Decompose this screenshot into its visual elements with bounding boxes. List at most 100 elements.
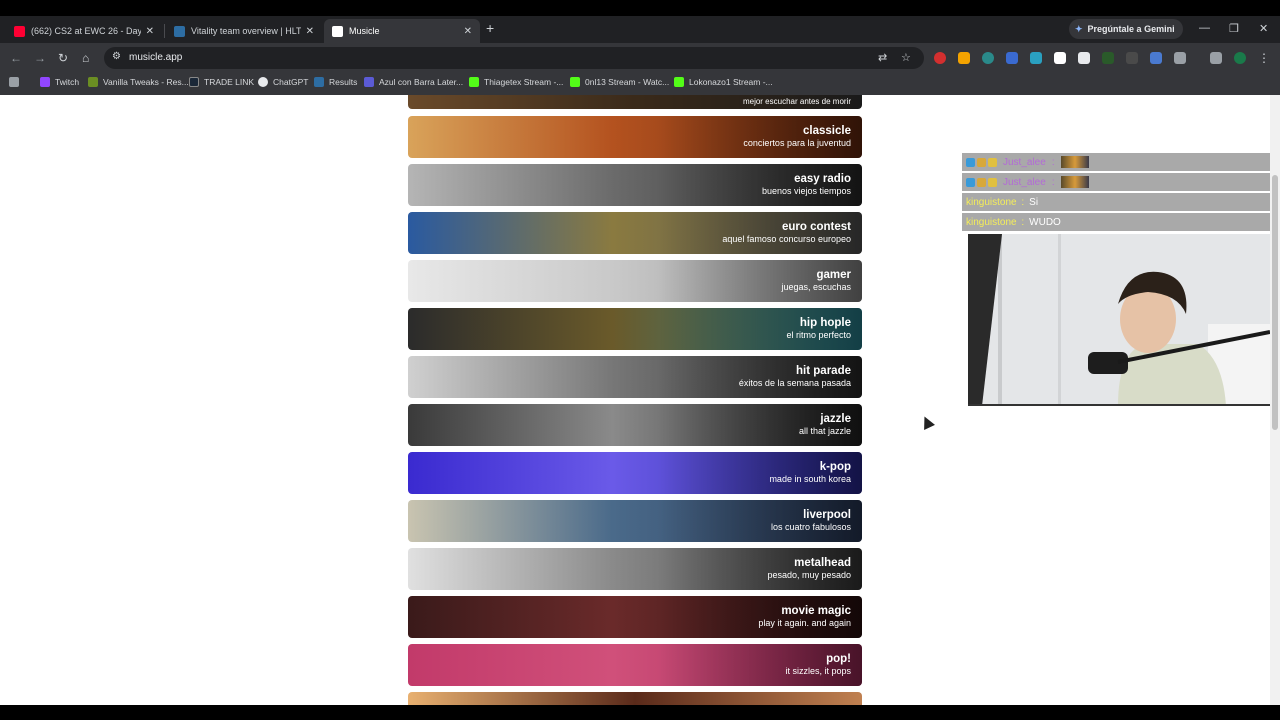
extension-icon[interactable]: [982, 52, 994, 64]
back-icon[interactable]: ←: [10, 51, 22, 65]
genre-card-gamer[interactable]: gamer juegas, escuchas: [408, 260, 862, 302]
reload-icon[interactable]: ↻: [58, 51, 68, 65]
chatgpt-icon: [258, 77, 268, 87]
bookmark-item[interactable]: Results: [314, 77, 357, 87]
page-scrollbar[interactable]: [1270, 95, 1280, 705]
chat-message: kinguistone : WUDO: [962, 213, 1270, 231]
close-tab-icon[interactable]: ✕: [146, 26, 154, 37]
close-tab-icon[interactable]: ✕: [464, 26, 472, 37]
genre-title: hit parade: [796, 365, 851, 377]
chat-text: WUDO: [1029, 216, 1061, 228]
chat-username: kinguistone: [966, 216, 1017, 228]
genre-text: euro contest aquel famoso concurso europe…: [722, 221, 851, 245]
genre-card-hip-hople[interactable]: hip hople el ritmo perfecto: [408, 308, 862, 350]
genre-subtitle: made in south korea: [769, 474, 851, 484]
genre-card-liverpool[interactable]: liverpool los cuatro fabulosos: [408, 500, 862, 542]
apps-icon[interactable]: [9, 77, 19, 87]
badge-icon: [966, 157, 975, 167]
bookmark-item[interactable]: Lokonazo1 Stream -...: [674, 77, 773, 87]
url-text[interactable]: musicle.app: [129, 52, 182, 63]
puzzle-icon[interactable]: [1174, 52, 1186, 64]
genre-title: metalhead: [794, 557, 851, 569]
chat-message: Just_alee:: [962, 173, 1270, 191]
bookmark-item[interactable]: Azul con Barra Later...: [364, 77, 463, 87]
genre-card-easy-radio[interactable]: easy radio buenos viejos tiempos: [408, 164, 862, 206]
genre-card-hit-parade[interactable]: hit parade éxitos de la semana pasada: [408, 356, 862, 398]
genre-subtitle: all that jazzle: [798, 426, 851, 436]
genre-subtitle: conciertos para la juventud: [743, 138, 851, 148]
translate-icon[interactable]: ⇄: [878, 51, 887, 64]
chat-colon: :: [1051, 176, 1055, 188]
menu-icon[interactable]: ⋮: [1258, 51, 1270, 65]
genre-card-euro-contest[interactable]: euro contest aquel famoso concurso europe…: [408, 212, 862, 254]
steam-icon: [189, 77, 199, 87]
bookmark-item[interactable]: Twitch: [40, 77, 79, 87]
twitch-icon: [40, 77, 50, 87]
tab-youtube[interactable]: (662) CS2 at EWC 26 - Day 5 - « ✕: [6, 19, 162, 43]
gemini-label: Pregúntale a Gemini: [1087, 24, 1175, 34]
gemini-button[interactable]: ✦ Pregúntale a Gemini: [1069, 19, 1183, 39]
media-icon[interactable]: [1210, 52, 1222, 64]
bookmark-item[interactable]: Thiagetex Stream -...: [469, 77, 563, 87]
forward-icon[interactable]: →: [34, 51, 46, 65]
address-bar[interactable]: ⚙ musicle.app ⇄ ☆: [104, 47, 924, 69]
tab-hltv[interactable]: Vitality team overview | HLTV.o ✕: [166, 19, 322, 43]
minimize-icon[interactable]: —: [1199, 22, 1210, 34]
bookmark-item[interactable]: TRADE LINK: [189, 77, 254, 87]
genre-title: hip hople: [799, 317, 851, 329]
extension-icon[interactable]: [1078, 52, 1090, 64]
genre-text: gamer juegas, escuchas: [781, 269, 851, 293]
genre-text: metalhead pesado, muy pesado: [767, 557, 851, 581]
emote-icon: [1060, 156, 1089, 168]
star-icon[interactable]: ☆: [901, 51, 911, 64]
webcam-image: [968, 234, 1270, 404]
genre-subtitle: el ritmo perfecto: [786, 330, 851, 340]
extension-icon[interactable]: [1126, 52, 1138, 64]
genre-card-movie-magic[interactable]: movie magic play it again. and again: [408, 596, 862, 638]
genre-text: easy radio buenos viejos tiempos: [762, 173, 851, 197]
site-info-icon[interactable]: ⚙: [112, 51, 121, 62]
tab-musicle[interactable]: Musicle ✕: [324, 19, 480, 43]
genre-card-metalhead[interactable]: metalhead pesado, muy pesado: [408, 548, 862, 590]
genre-card-partial-bottom[interactable]: [408, 692, 862, 705]
genre-card-pop[interactable]: pop! it sizzles, it pops: [408, 644, 862, 686]
genre-title: k-pop: [819, 461, 851, 473]
genre-subtitle: buenos viejos tiempos: [761, 186, 851, 196]
extension-icon[interactable]: [1006, 52, 1018, 64]
plus-icon[interactable]: +: [486, 20, 494, 36]
home-icon[interactable]: ⌂: [82, 51, 89, 65]
bookmark-item[interactable]: ChatGPT: [258, 77, 308, 87]
extension-icon[interactable]: [1102, 52, 1114, 64]
badge-icon: [977, 157, 986, 167]
bookmark-item[interactable]: 0nl13 Stream - Watc...: [570, 77, 669, 87]
genre-text: jazzle all that jazzle: [799, 413, 851, 437]
genre-subtitle: juegas, escuchas: [781, 282, 851, 292]
extension-icon[interactable]: [1054, 52, 1066, 64]
genre-text: pop! it sizzles, it pops: [785, 653, 851, 677]
extension-icon[interactable]: [934, 52, 946, 64]
musicle-icon: [332, 25, 343, 37]
extension-icon[interactable]: [1150, 52, 1162, 64]
genre-title: liverpool: [803, 509, 851, 521]
chat-colon: :: [1018, 196, 1025, 208]
genre-text: movie magic play it again. and again: [758, 605, 851, 629]
scrollbar-thumb[interactable]: [1272, 175, 1278, 430]
extension-icon[interactable]: [958, 52, 970, 64]
close-tab-icon[interactable]: ✕: [306, 26, 314, 37]
avatar[interactable]: [1234, 52, 1246, 64]
genre-card-classicle[interactable]: classicle conciertos para la juventud: [408, 116, 862, 158]
chat-colon: :: [1051, 156, 1055, 168]
restore-icon[interactable]: ❐: [1229, 22, 1239, 35]
genre-card-partial[interactable]: mejor escuchar antes de morir: [408, 95, 862, 109]
badge-icon: [988, 177, 997, 187]
kick-icon: [570, 77, 580, 87]
tab-title: (662) CS2 at EWC 26 - Day 5 - «: [31, 26, 141, 36]
extension-icon[interactable]: [1030, 52, 1042, 64]
genre-title: classicle: [803, 125, 851, 137]
hltv-icon: [174, 25, 185, 37]
bookmark-item[interactable]: Vanilla Tweaks - Res...: [88, 77, 189, 87]
genre-card-k-pop[interactable]: k-pop made in south korea: [408, 452, 862, 494]
genre-card-jazzle[interactable]: jazzle all that jazzle: [408, 404, 862, 446]
close-window-icon[interactable]: ✕: [1259, 22, 1268, 35]
badge-icon: [988, 157, 997, 167]
